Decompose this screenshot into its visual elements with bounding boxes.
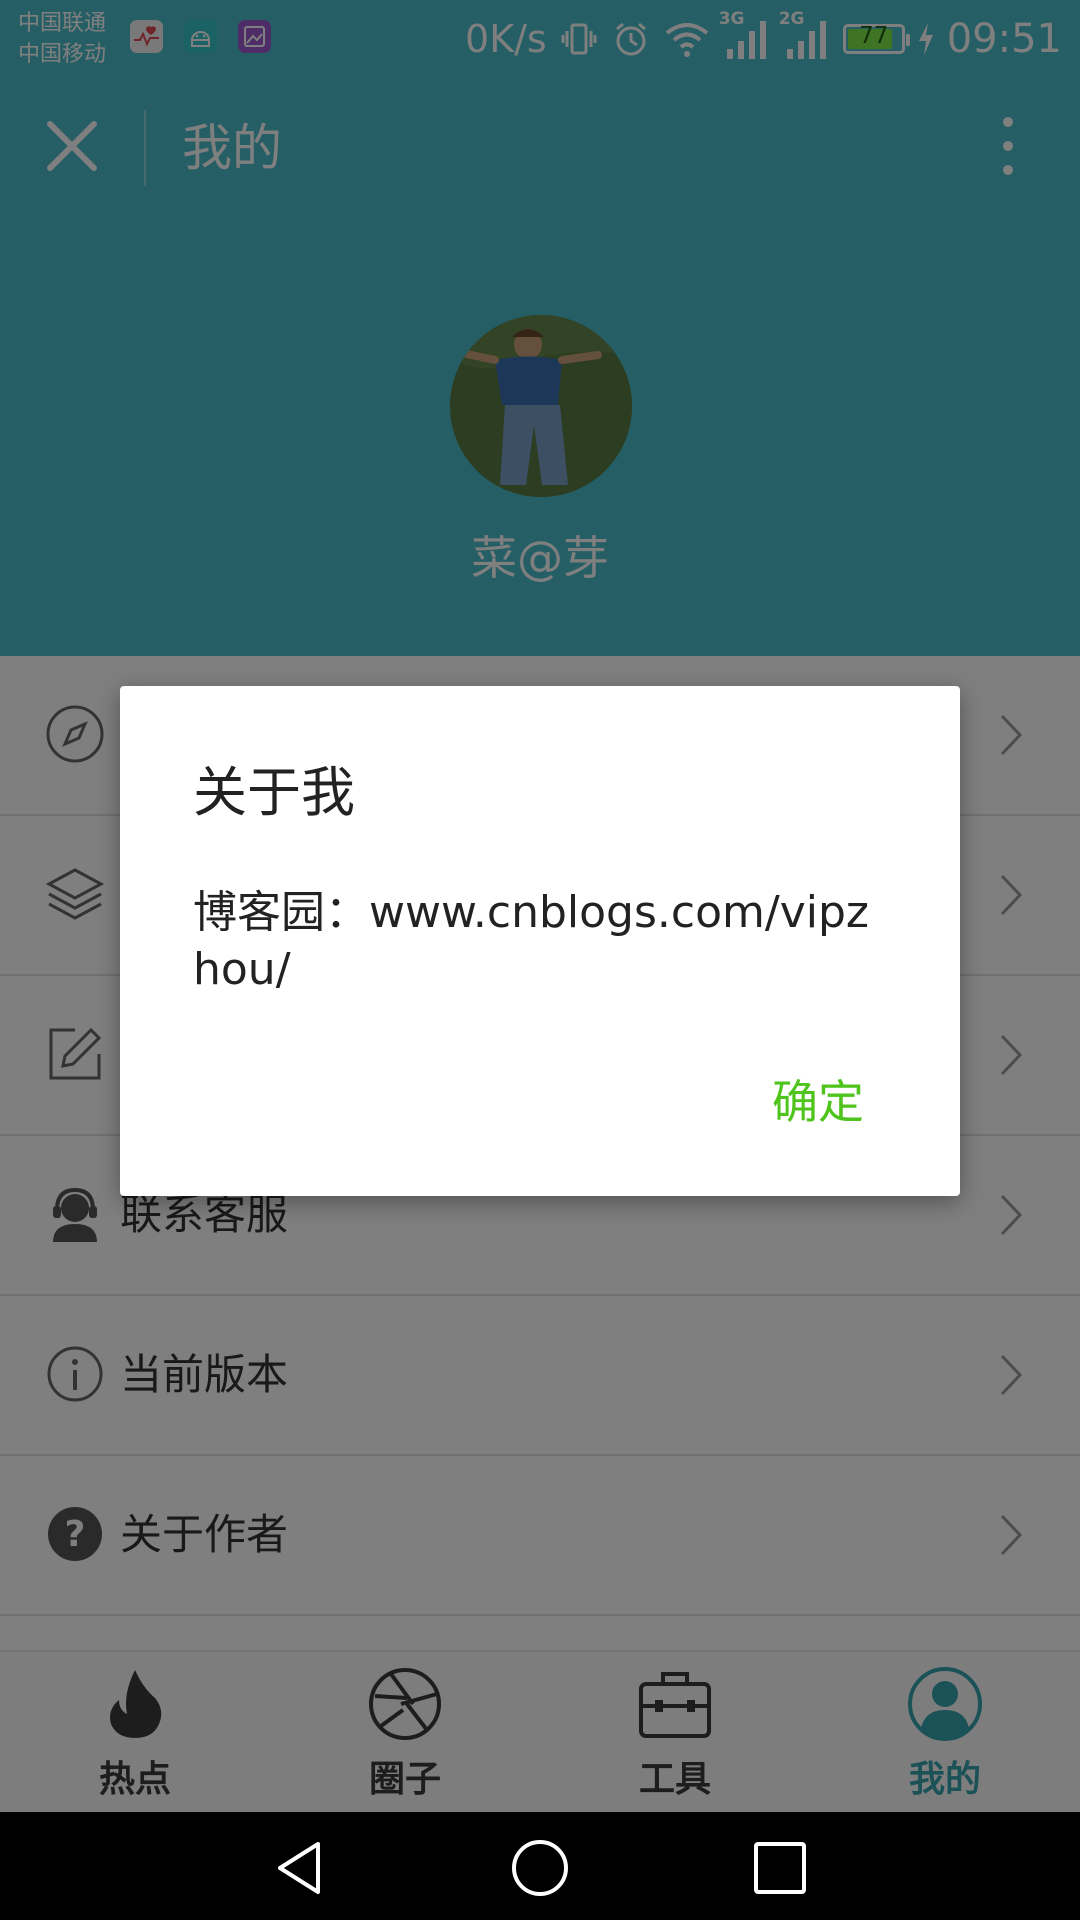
recents-square-icon <box>754 1842 806 1894</box>
home-button[interactable] <box>510 1838 570 1898</box>
dialog-title: 关于我 <box>193 761 355 824</box>
about-me-dialog: 关于我 博客园：www.cnblogs.com/vipzhou/ 确定 <box>120 686 960 1196</box>
back-button[interactable] <box>270 1838 330 1898</box>
recents-button[interactable] <box>750 1838 810 1898</box>
dialog-message: 博客园：www.cnblogs.com/vipzhou/ <box>193 887 869 995</box>
confirm-button[interactable]: 确定 <box>772 1072 864 1132</box>
home-circle-icon <box>512 1840 568 1896</box>
back-triangle-icon <box>278 1842 320 1894</box>
system-navigation-bar <box>0 1812 1080 1920</box>
